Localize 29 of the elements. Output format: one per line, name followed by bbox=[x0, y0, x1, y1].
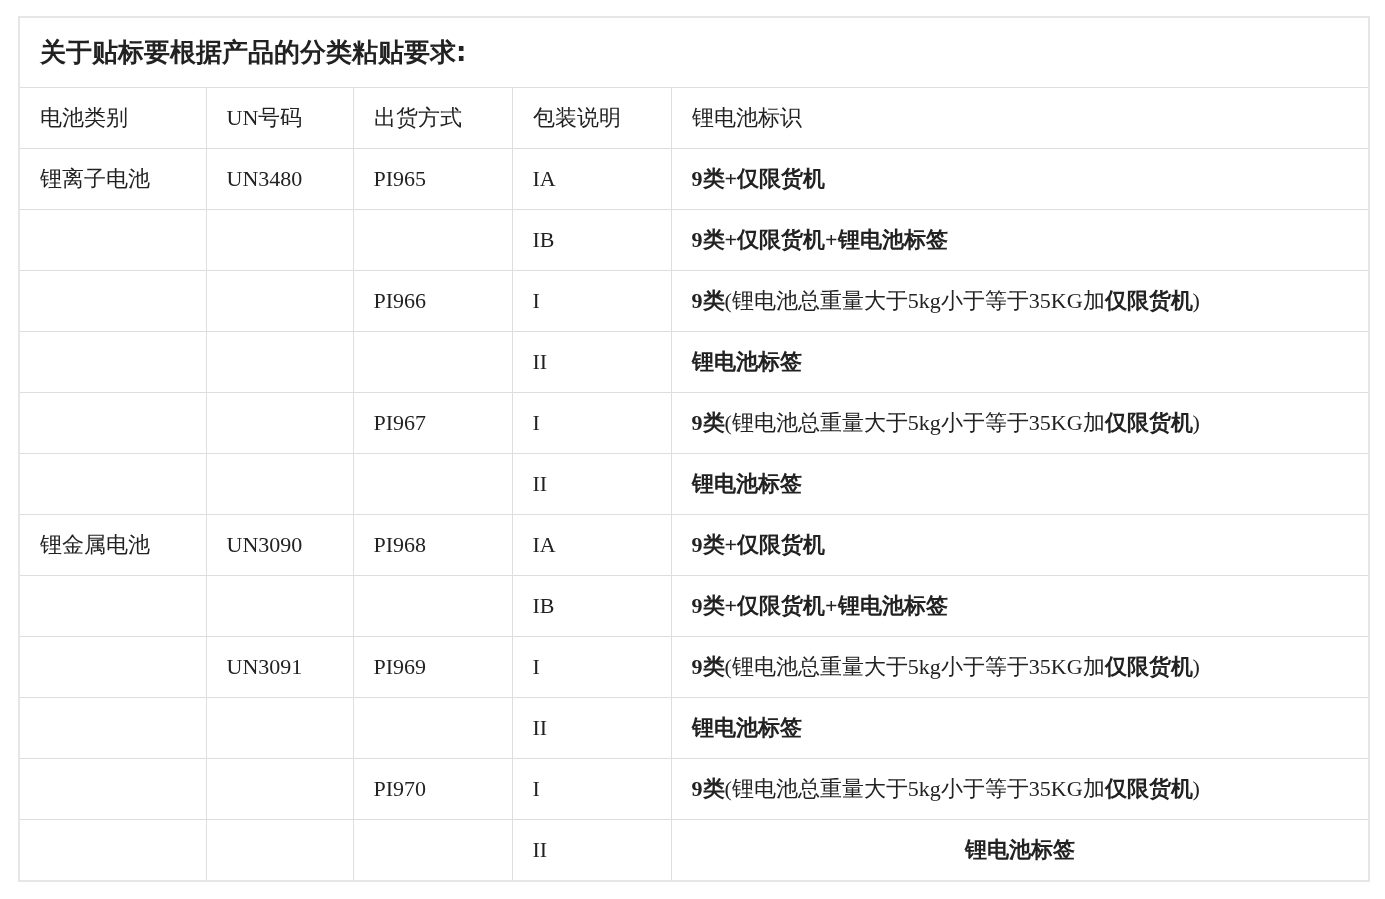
table-cell: IA bbox=[532, 166, 556, 191]
column-header: 锂电池标识 bbox=[691, 105, 802, 130]
table-cell: IA bbox=[532, 532, 556, 557]
table-cell: UN3090 bbox=[226, 532, 303, 557]
table-cell: PI966 bbox=[373, 288, 427, 313]
table-cell: I bbox=[532, 654, 540, 679]
column-header: 包装说明 bbox=[532, 105, 621, 130]
table-cell: I bbox=[532, 776, 540, 801]
table-cell: II bbox=[532, 471, 548, 496]
table-title: 关于贴标要根据产品的分类粘贴要求: bbox=[40, 37, 467, 67]
table-cell: PI967 bbox=[373, 410, 427, 435]
table-cell: II bbox=[532, 349, 548, 374]
table-cell: UN3480 bbox=[226, 166, 303, 191]
table-cell: PI970 bbox=[373, 776, 427, 801]
table-cell: IB bbox=[532, 227, 555, 252]
table-cell: PI968 bbox=[373, 532, 427, 557]
table-cell: II bbox=[532, 837, 548, 862]
table-cell: 锂离子电池 bbox=[40, 166, 150, 191]
column-header: 电池类别 bbox=[40, 105, 128, 130]
column-header: UN号码 bbox=[226, 105, 303, 130]
table-cell: 锂金属电池 bbox=[40, 532, 150, 557]
table-cell: I bbox=[532, 288, 540, 313]
table-cell: I bbox=[532, 410, 540, 435]
table-cell: IB bbox=[532, 593, 555, 618]
table-cell: UN3091 bbox=[226, 654, 303, 679]
table-cell: PI969 bbox=[373, 654, 427, 679]
column-header: 出货方式 bbox=[373, 105, 462, 130]
table-cell: PI965 bbox=[373, 166, 427, 191]
table-cell: II bbox=[532, 715, 548, 740]
